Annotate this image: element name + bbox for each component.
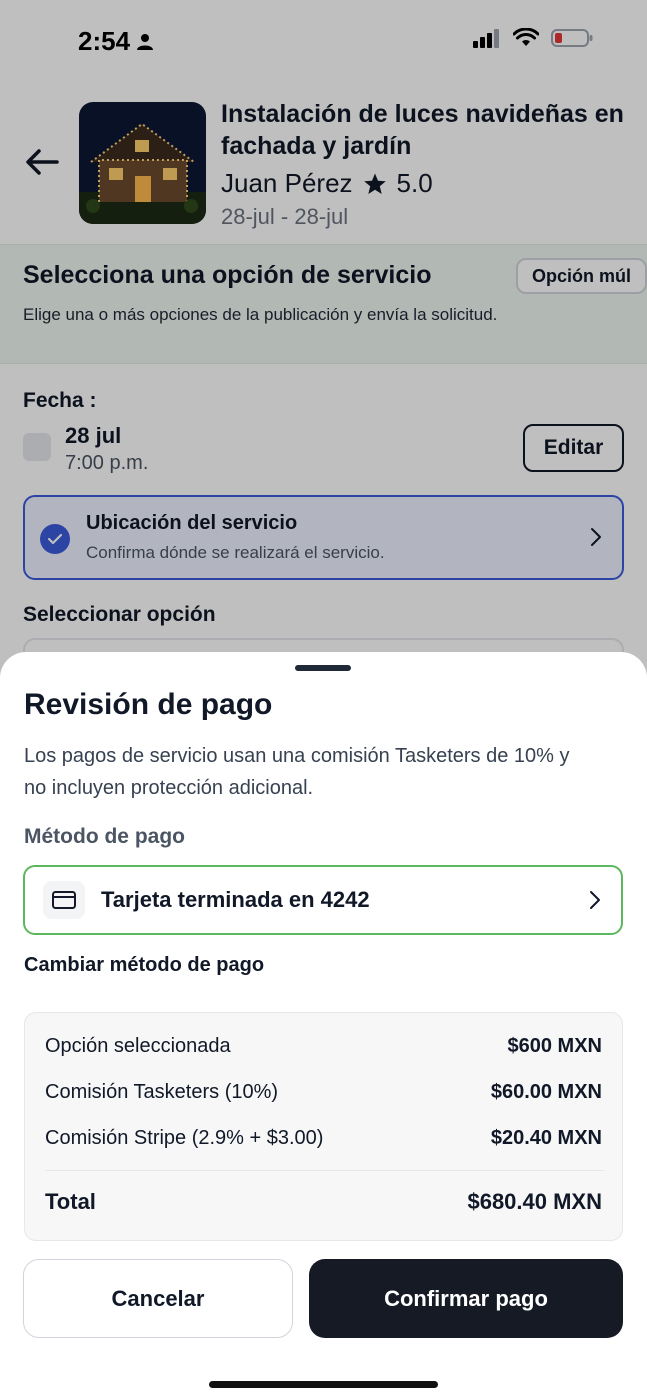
- cancel-button[interactable]: Cancelar: [23, 1259, 293, 1338]
- summary-row: Opción seleccionada $600 MXN: [45, 1035, 602, 1058]
- summary-divider: [45, 1170, 604, 1171]
- confirm-payment-button[interactable]: Confirmar pago: [309, 1259, 623, 1338]
- chevron-right-icon: [590, 891, 600, 909]
- summary-label: Comisión Tasketers (10%): [45, 1081, 279, 1103]
- payment-method-card[interactable]: Tarjeta terminada en 4242: [23, 865, 623, 935]
- summary-amount: $60.00 MXN: [490, 1081, 602, 1103]
- sheet-title: Revisión de pago: [24, 688, 273, 721]
- change-payment-method-link[interactable]: Cambiar método de pago: [24, 954, 264, 977]
- summary-row: Comisión Tasketers (10%) $60.00 MXN: [45, 1081, 602, 1104]
- payment-review-sheet: Revisión de pago Los pagos de servicio u…: [0, 652, 647, 1400]
- summary-amount: $600 MXN: [507, 1035, 603, 1057]
- total-amount: $680.40 MXN: [467, 1189, 602, 1214]
- summary-row: Comisión Stripe (2.9% + $3.00) $20.40 MX…: [45, 1127, 602, 1150]
- payment-summary: Opción seleccionada $600 MXN Comisión Ta…: [24, 1012, 623, 1241]
- summary-total-row: Total $680.40 MXN: [45, 1189, 602, 1215]
- sheet-description: Los pagos de servicio usan una comisión …: [24, 745, 570, 799]
- summary-label: Comisión Stripe (2.9% + $3.00): [45, 1127, 324, 1149]
- home-indicator: [209, 1381, 438, 1388]
- summary-label: Opción seleccionada: [45, 1035, 231, 1057]
- total-label: Total: [45, 1189, 96, 1214]
- credit-card-icon: [43, 881, 85, 919]
- sheet-drag-handle[interactable]: [295, 665, 351, 671]
- summary-amount: $20.40 MXN: [490, 1127, 602, 1149]
- payment-method-label: Método de pago: [24, 825, 185, 848]
- card-label: Tarjeta terminada en 4242: [101, 887, 370, 912]
